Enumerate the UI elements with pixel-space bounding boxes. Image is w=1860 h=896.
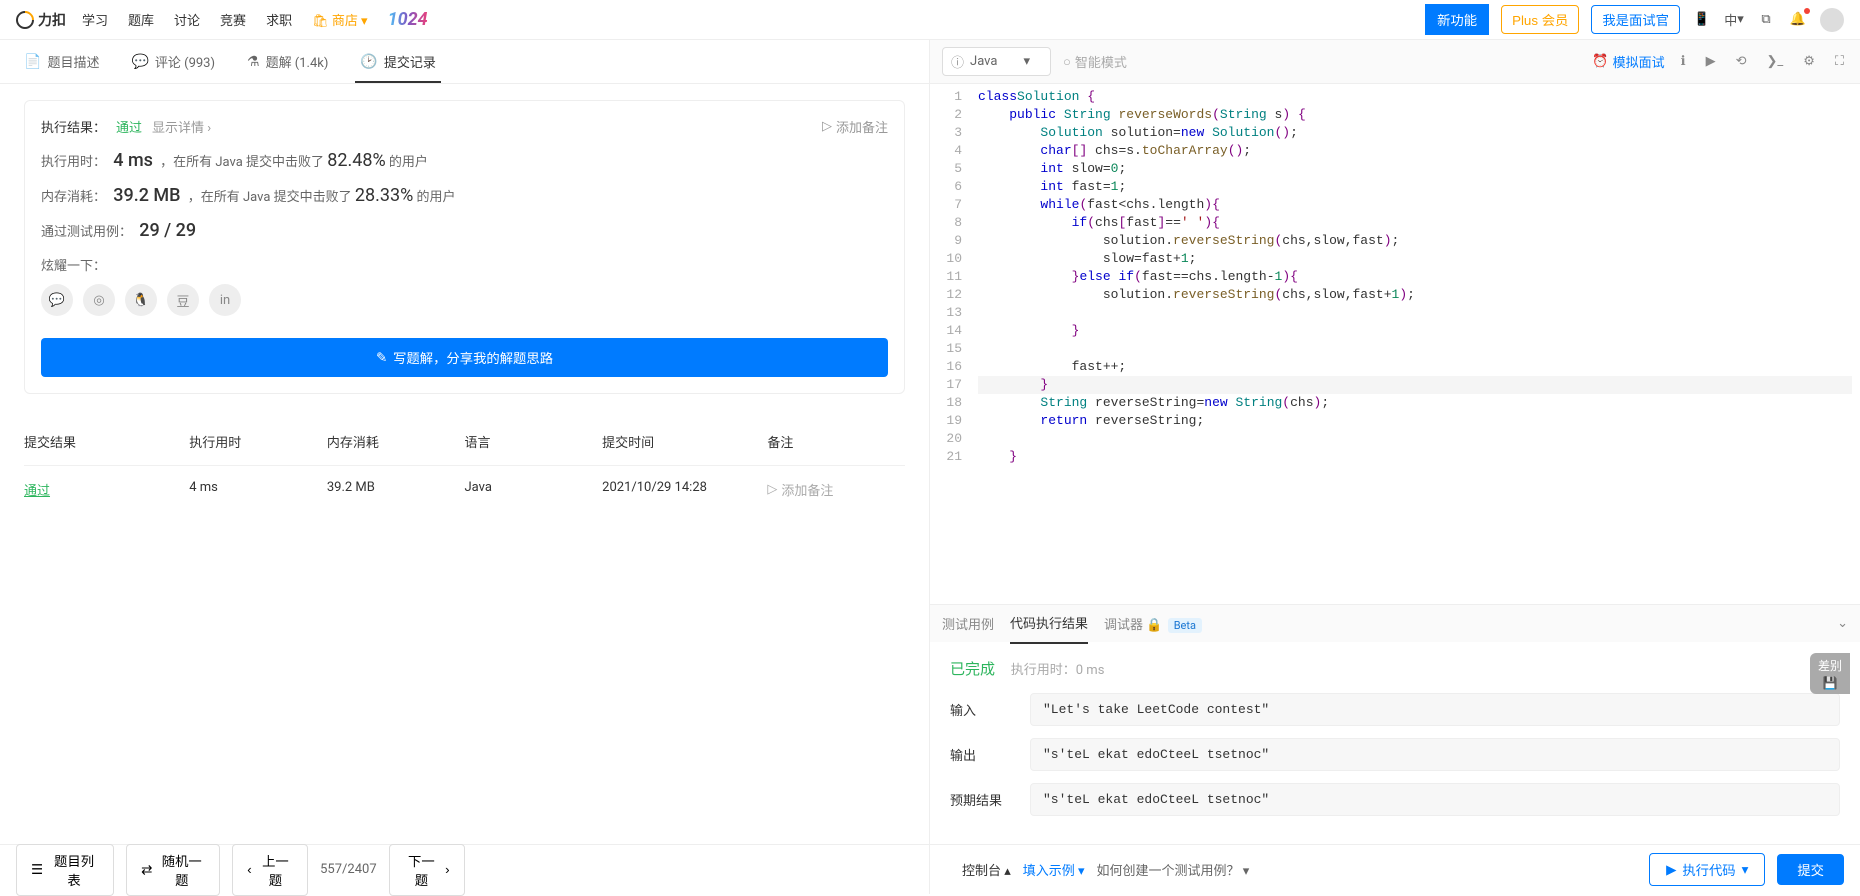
diff-float-button[interactable]: 差别💾 bbox=[1810, 653, 1850, 694]
plus-button[interactable]: Plus 会员 bbox=[1501, 5, 1579, 34]
add-note-link[interactable]: ▷ 添加备注 bbox=[822, 117, 888, 136]
exec-time: 4 ms bbox=[113, 150, 153, 171]
logo-text: 力扣 bbox=[38, 10, 66, 30]
expected-value: "s'teL ekat edoCteeL tsetnoc" bbox=[1030, 783, 1840, 816]
notifications-icon[interactable]: 🔔 bbox=[1788, 10, 1808, 30]
nav-learn[interactable]: 学习 bbox=[82, 10, 108, 29]
playground-icon[interactable]: ⧉ bbox=[1756, 10, 1776, 30]
show-detail-link[interactable]: 显示详情 › bbox=[152, 117, 211, 136]
code-editor[interactable]: 123456789101112131415161718192021 classS… bbox=[930, 84, 1860, 604]
share-weibo-icon[interactable]: ◎ bbox=[83, 284, 115, 316]
tab-solutions[interactable]: ⚗题解 (1.4k) bbox=[231, 40, 344, 83]
logo[interactable]: 力扣 bbox=[16, 10, 66, 30]
console-tab-testcase[interactable]: 测试用例 bbox=[942, 604, 994, 643]
smart-mode-toggle[interactable]: ○ 智能模式 bbox=[1063, 52, 1127, 71]
share-label: 炫耀一下： bbox=[41, 259, 106, 274]
terminal-icon[interactable]: ❯_ bbox=[1762, 50, 1787, 73]
prev-button[interactable]: ‹ 上一题 bbox=[232, 844, 308, 896]
nav-shop[interactable]: 🛍 商店 ▾ bbox=[312, 10, 368, 29]
console-toggle[interactable]: 控制台 ▴ bbox=[962, 860, 1011, 879]
fullscreen-icon[interactable]: ⛶ bbox=[1831, 50, 1848, 73]
nav-jobs[interactable]: 求职 bbox=[266, 10, 292, 29]
console-collapse-icon[interactable]: ⌄ bbox=[1837, 616, 1848, 631]
interviewer-button[interactable]: 我是面试官 bbox=[1591, 5, 1680, 34]
status-badge: 通过 bbox=[116, 117, 142, 136]
help-link[interactable]: 如何创建一个测试用例？ ▾ bbox=[1097, 860, 1250, 879]
write-solution-button[interactable]: ✎ 写题解，分享我的解题思路 bbox=[41, 338, 888, 377]
exec-time-pct: 82.48% bbox=[327, 150, 385, 171]
submit-button[interactable]: 提交 bbox=[1777, 854, 1844, 885]
language-select[interactable]: ⓘ Java ▾ bbox=[942, 47, 1051, 76]
event-logo[interactable]: 1024 bbox=[388, 9, 428, 30]
nav-problems[interactable]: 题库 bbox=[128, 10, 154, 29]
output-value: "s'teL ekat edoCteeL tsetnoc" bbox=[1030, 738, 1840, 771]
console-tab-debugger[interactable]: 调试器 🔒 Beta bbox=[1104, 604, 1202, 643]
share-douban-icon[interactable]: 豆 bbox=[167, 284, 199, 316]
tab-comments[interactable]: 💬评论 (993) bbox=[115, 40, 231, 83]
tab-description[interactable]: 📄题目描述 bbox=[8, 40, 115, 83]
random-button[interactable]: ⇄ 随机一题 bbox=[126, 844, 220, 896]
share-linkedin-icon[interactable]: in bbox=[209, 284, 241, 316]
share-qq-icon[interactable]: 🐧 bbox=[125, 284, 157, 316]
fill-example-link[interactable]: 填入示例 ▾ bbox=[1023, 860, 1085, 879]
table-row[interactable]: 通过 4 ms 39.2 MB Java 2021/10/29 14:28 ▷ … bbox=[24, 465, 905, 513]
run-code-button[interactable]: ▶ 执行代码 ▾ bbox=[1649, 853, 1765, 886]
reset-icon[interactable]: ⟲ bbox=[1732, 50, 1751, 73]
memory: 39.2 MB bbox=[113, 185, 180, 206]
logo-icon bbox=[12, 7, 37, 32]
memory-pct: 28.33% bbox=[355, 185, 413, 206]
next-button[interactable]: 下一题 › bbox=[389, 844, 465, 896]
expected-label: 预期结果 bbox=[950, 790, 1010, 809]
mobile-icon[interactable]: 📱 bbox=[1692, 10, 1712, 30]
input-value: "Let's take LeetCode contest" bbox=[1030, 693, 1840, 726]
input-label: 输入 bbox=[950, 700, 1010, 719]
new-feature-button[interactable]: 新功能 bbox=[1425, 4, 1489, 35]
testcases-passed: 29 / 29 bbox=[139, 220, 196, 241]
console-status: 已完成 bbox=[950, 660, 995, 678]
problem-counter: 557/2407 bbox=[320, 862, 377, 877]
nav-discuss[interactable]: 讨论 bbox=[174, 10, 200, 29]
problem-list-button[interactable]: ☰ 题目列表 bbox=[16, 844, 114, 896]
row-add-note[interactable]: ▷ 添加备注 bbox=[767, 480, 905, 499]
console-tab-result[interactable]: 代码执行结果 bbox=[1010, 603, 1088, 644]
result-card: 执行结果： 通过 显示详情 › ▷ 添加备注 执行用时： 4 ms ，在所有 J… bbox=[24, 100, 905, 394]
run-icon[interactable]: ▶ bbox=[1702, 50, 1720, 73]
mock-interview-link[interactable]: ⏰ 模拟面试 bbox=[1592, 52, 1664, 71]
nav-contest[interactable]: 竞赛 bbox=[220, 10, 246, 29]
tab-submissions[interactable]: 🕑提交记录 bbox=[344, 40, 451, 83]
info-icon[interactable]: ℹ bbox=[1677, 50, 1690, 73]
output-label: 输出 bbox=[950, 745, 1010, 764]
settings-icon[interactable]: ⚙ bbox=[1799, 50, 1819, 73]
share-wechat-icon[interactable]: 💬 bbox=[41, 284, 73, 316]
language-switch[interactable]: 中 ▾ bbox=[1724, 10, 1744, 30]
result-link[interactable]: 通过 bbox=[24, 484, 50, 499]
result-label: 执行结果： bbox=[41, 117, 106, 136]
avatar[interactable] bbox=[1820, 8, 1844, 32]
submission-history: 提交结果 执行用时 内存消耗 语言 提交时间 备注 通过 4 ms 39.2 M… bbox=[24, 418, 905, 513]
